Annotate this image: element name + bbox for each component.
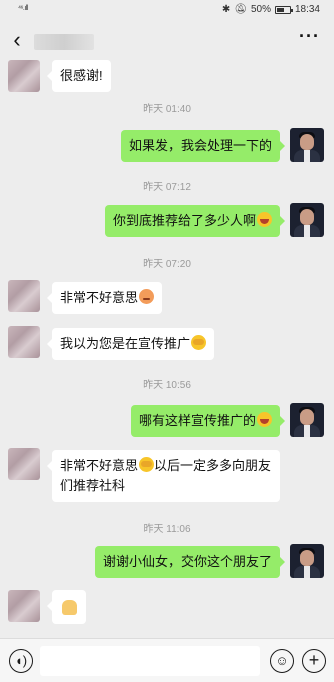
avatar[interactable] (8, 590, 40, 622)
avatar[interactable] (290, 128, 324, 162)
contact-name-blurred (34, 34, 94, 50)
message-bubble-outgoing[interactable]: 你到底推荐给了多少人啊 (104, 205, 286, 237)
input-bar: ◖) ☺ + (0, 638, 334, 682)
message-bubble-outgoing[interactable]: 谢谢小仙女，交你这个朋友了 (94, 546, 286, 578)
signal-indicator: ⁴⁶.ıll (18, 5, 28, 12)
plus-icon[interactable]: + (302, 649, 326, 673)
avatar[interactable] (290, 544, 324, 578)
more-options-button[interactable]: ··· (299, 26, 320, 47)
message-bubble-incoming[interactable]: 很感谢! (47, 60, 111, 92)
mute-icon: 🔕︎ (234, 4, 247, 15)
facepalm-emoji-icon (139, 457, 155, 472)
timestamp: 昨天 01:40 (143, 104, 191, 115)
message-bubble-incoming[interactable]: 非常不好意思 (46, 282, 163, 314)
waving-hand-emoji-icon (62, 600, 77, 615)
message-bubble-outgoing[interactable]: 如果发，我会处理一下的 (120, 130, 286, 162)
avatar[interactable] (290, 203, 324, 237)
laughing-emoji-icon (257, 412, 272, 427)
bluetooth-icon: ✱ (221, 4, 231, 15)
emoji-icon[interactable]: ☺ (270, 649, 294, 673)
message-input[interactable] (40, 646, 260, 676)
message-text: 非常不好意思 (60, 458, 139, 473)
timestamp: 昨天 11:06 (143, 524, 191, 535)
message-list[interactable]: 很感谢! 昨天 01:40 如果发，我会处理一下的 昨天 07:12 你到底推荐… (0, 60, 334, 638)
avatar[interactable] (8, 280, 40, 312)
timestamp: 昨天 10:56 (143, 380, 191, 391)
avatar[interactable] (290, 403, 324, 437)
clock: 18:34 (294, 4, 320, 15)
blush-emoji-icon (139, 289, 155, 304)
message-text: 谢谢小仙女，交你这个朋友了 (102, 554, 272, 569)
timestamp: 昨天 07:12 (143, 182, 191, 193)
avatar[interactable] (8, 60, 40, 92)
message-bubble-incoming[interactable]: 非常不好意思 以后一定多多向朋友们推荐社科 (47, 450, 280, 502)
message-text: 我以为您是在宣传推广 (60, 336, 191, 351)
avatar[interactable] (8, 326, 40, 358)
battery-icon (274, 5, 293, 14)
message-bubble-incoming[interactable]: 我以为您是在宣传推广 (46, 328, 215, 360)
message-text: 很感谢! (60, 68, 103, 83)
message-bubble-outgoing[interactable]: 哪有这样宣传推广的 (130, 405, 286, 437)
message-text: 如果发，我会处理一下的 (128, 138, 272, 153)
voice-icon[interactable]: ◖) (9, 649, 33, 673)
status-bar: ⁴⁶.ıll ✱ 🔕︎ 50% 18:34 (0, 0, 334, 22)
back-arrow-icon[interactable]: ‹ (6, 28, 28, 54)
message-text: 非常不好意思 (60, 290, 139, 305)
status-icons: ✱ 🔕︎ 50% 18:34 (222, 4, 320, 15)
laughing-emoji-icon (257, 212, 272, 227)
message-text: 哪有这样宣传推广的 (138, 413, 256, 428)
avatar[interactable] (8, 448, 40, 480)
timestamp: 昨天 07:20 (143, 259, 191, 270)
message-text: 你到底推荐给了多少人啊 (112, 213, 256, 228)
facepalm-emoji-icon (191, 335, 207, 350)
message-bubble-incoming[interactable] (47, 590, 86, 624)
chat-header: ‹ ··· (0, 22, 334, 60)
battery-percent: 50% (250, 4, 271, 15)
